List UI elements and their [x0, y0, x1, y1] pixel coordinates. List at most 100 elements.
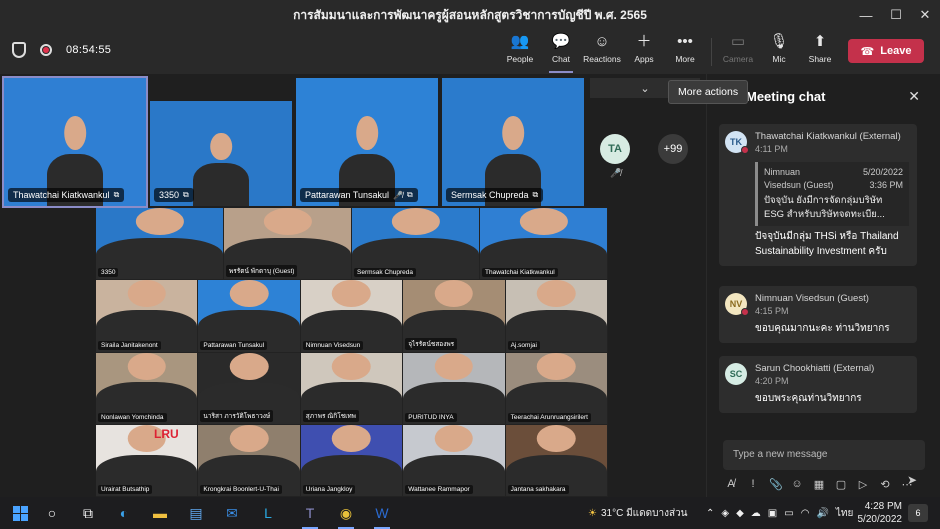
video-tile[interactable]: 3350 ⧉	[150, 101, 292, 206]
participant-name-tag: Pattarawan Tunsakul 🎤̸ ⧉	[300, 188, 418, 202]
tray-app-icon[interactable]: ◈	[721, 508, 729, 519]
gallery-tile[interactable]: Sermsak Chupreda	[352, 208, 479, 280]
gallery-tile[interactable]: Nimnuan Visedsun	[300, 280, 403, 352]
task-view-icon[interactable]: ⧉	[76, 501, 100, 525]
message-compose-box[interactable]: Type a new message	[723, 440, 925, 470]
clock-time: 4:28 PM	[864, 501, 902, 512]
windows-logo-icon	[12, 505, 28, 521]
send-icon[interactable]: ➤	[907, 473, 917, 487]
gallery-tile[interactable]: พรรัตน์ พักดาบุ (Guest)	[224, 208, 351, 280]
chat-message[interactable]: SC Sarun Chookhiatti (External) 4:20 PM …	[719, 356, 917, 413]
close-window-button[interactable]: ✕	[910, 0, 940, 30]
video-tile[interactable]: Sermsak Chupreda ⧉	[442, 78, 584, 206]
volume-icon[interactable]: 🔊	[816, 508, 828, 519]
apps-button[interactable]: ＋ Apps	[622, 32, 666, 72]
quote-text: ปัจจุบัน ยังมีการจัดกลุ่มบริษัท ESG สำหร…	[764, 195, 885, 220]
gallery-tile[interactable]: จุไรรัตน์ชสองพร	[403, 280, 505, 352]
pin-icon: ⧉	[183, 190, 189, 199]
mail-icon[interactable]: ✉	[220, 501, 244, 525]
gallery-tile[interactable]: Uriana Jangkloy	[300, 424, 403, 496]
close-chat-icon[interactable]: ✕	[908, 88, 920, 105]
gallery-tile[interactable]: Nonlawan Yomchinda	[96, 352, 198, 424]
participant-name: Pattarawan Tunsakul	[200, 340, 268, 350]
quoted-reply[interactable]: Nimnuan 5/20/2022 Visedsun (Guest) 3:36 PM…	[755, 162, 909, 226]
weather-widget[interactable]: ☀ 31°C มีแดดบางส่วน	[588, 497, 688, 529]
stream-icon[interactable]: ▷	[857, 478, 869, 491]
sticker-icon[interactable]: ▢	[835, 478, 847, 491]
message-time: 4:20 PM	[755, 376, 789, 386]
chrome-icon[interactable]: ◉	[334, 501, 358, 529]
clock-date: 5/20/2022	[857, 514, 903, 525]
participant-name-tag: Thawatchai Kiatkwankul ⧉	[8, 188, 125, 202]
app-l-icon[interactable]: L	[256, 501, 280, 525]
meeting-timer: 08:54:55	[66, 44, 112, 56]
message-sender: Nimnuan Visedsun (Guest)	[755, 293, 869, 304]
shield-icon[interactable]	[12, 42, 26, 58]
share-button[interactable]: ⬆ Share	[798, 32, 842, 72]
participant-name: Sermsak Chupreda	[354, 268, 416, 278]
participant-name: Thawatchai Kiatkwankul	[482, 268, 558, 278]
chat-label: Chat	[552, 54, 570, 64]
video-tile[interactable]: Thawatchai Kiatkwankul ⧉	[2, 76, 148, 208]
more-participants-button[interactable]: +99	[658, 134, 688, 164]
emoji-icon[interactable]: ☺	[791, 478, 803, 490]
system-clock[interactable]: 4:28 PM 5/20/2022	[846, 500, 903, 526]
mic-button[interactable]: 🎙 Mic	[757, 32, 801, 72]
word-icon[interactable]: W	[370, 501, 394, 529]
gallery-tile[interactable]: Wattanee Rammapor	[403, 424, 505, 496]
wifi-icon[interactable]: ◠	[801, 508, 810, 519]
tray-app-icon[interactable]: ▣	[768, 508, 777, 519]
camera-button[interactable]: ▭ Camera	[716, 32, 760, 72]
participant-avatar-ta[interactable]: TA	[600, 134, 630, 164]
quote-time: 3:36 PM	[869, 180, 903, 190]
chat-message[interactable]: TK Thawatchai Kiatkwankul (External) 4:1…	[719, 124, 917, 266]
gallery-tile[interactable]: Pattarawan Tunsakul	[198, 280, 300, 352]
search-icon[interactable]: ○	[40, 501, 64, 525]
gallery-tile[interactable]: นาริสา ภารวัติโพธาวงษ์	[198, 352, 300, 424]
battery-icon[interactable]: ▭	[784, 508, 793, 519]
quote-sender-line2: Visedsun (Guest)	[764, 180, 834, 190]
start-button[interactable]	[8, 501, 32, 525]
system-tray: ⌃ ◈ ◆ ☁ ▣ ▭ ◠ 🔊 ไทย	[706, 497, 853, 529]
chat-message[interactable]: NV Nimnuan Visedsun (Guest) 4:15 PM ขอบค…	[719, 286, 917, 343]
mic-off-icon: 🎙	[769, 33, 789, 50]
gallery-tile[interactable]: Krongkrai Boonlert-U-Thai	[198, 424, 300, 496]
minimize-button[interactable]: —	[851, 0, 881, 30]
video-tile[interactable]: Pattarawan Tunsakul 🎤̸ ⧉	[296, 78, 438, 206]
gallery-tile[interactable]: Teerachai Arunruangsirilert	[505, 352, 607, 424]
format-icon[interactable]: A̸	[725, 478, 737, 490]
priority-icon[interactable]: !	[747, 478, 759, 490]
gallery-tile[interactable]: 3350	[96, 208, 223, 280]
store-icon[interactable]: ▤	[184, 501, 208, 525]
chat-button[interactable]: 💬 Chat	[539, 32, 583, 73]
attach-icon[interactable]: 📎	[769, 478, 783, 491]
reactions-button[interactable]: ☺ Reactions	[580, 32, 624, 72]
people-button[interactable]: 👥 People	[498, 32, 542, 72]
chevron-up-icon[interactable]: ⌃	[706, 508, 714, 519]
participant-name: 3350	[98, 268, 119, 278]
phone-hangup-icon: ☎	[860, 45, 875, 58]
notification-center-button[interactable]: 6	[908, 504, 928, 522]
participant-name: Siraila Janitakenont	[98, 340, 161, 350]
file-explorer-icon[interactable]: ▬	[148, 501, 172, 525]
gallery-tile[interactable]: Jantana sakhakara	[505, 424, 607, 496]
maximize-button[interactable]: ☐	[881, 0, 911, 30]
gallery-tile[interactable]: สุภาพร ณิกิโชเทพ	[300, 352, 403, 424]
chat-icon: 💬	[551, 33, 571, 50]
leave-button[interactable]: ☎ Leave	[848, 39, 924, 63]
gif-icon[interactable]: ▦	[813, 478, 825, 491]
onedrive-icon[interactable]: ☁	[751, 508, 761, 519]
participant-name: PURITUD INYA	[405, 412, 457, 422]
gallery-tile[interactable]: Siraila Janitakenont	[96, 280, 198, 352]
gallery-tile[interactable]: Aj.somjai	[505, 280, 607, 352]
gallery-tile[interactable]: LRU Urairat Butsathip	[96, 424, 198, 496]
tray-app-icon[interactable]: ◆	[736, 508, 744, 519]
more-button[interactable]: ••• More	[663, 32, 707, 72]
loop-icon[interactable]: ⟲	[879, 478, 891, 491]
plus-icon: ＋	[636, 33, 652, 50]
gallery-tile[interactable]: PURITUD INYA	[403, 352, 505, 424]
teams-icon[interactable]: T	[298, 501, 322, 529]
participant-name: จุไรรัตน์ชสองพร	[405, 337, 458, 350]
edge-icon[interactable]: ◐	[112, 501, 136, 525]
gallery-tile[interactable]: Thawatchai Kiatkwankul	[480, 208, 607, 280]
